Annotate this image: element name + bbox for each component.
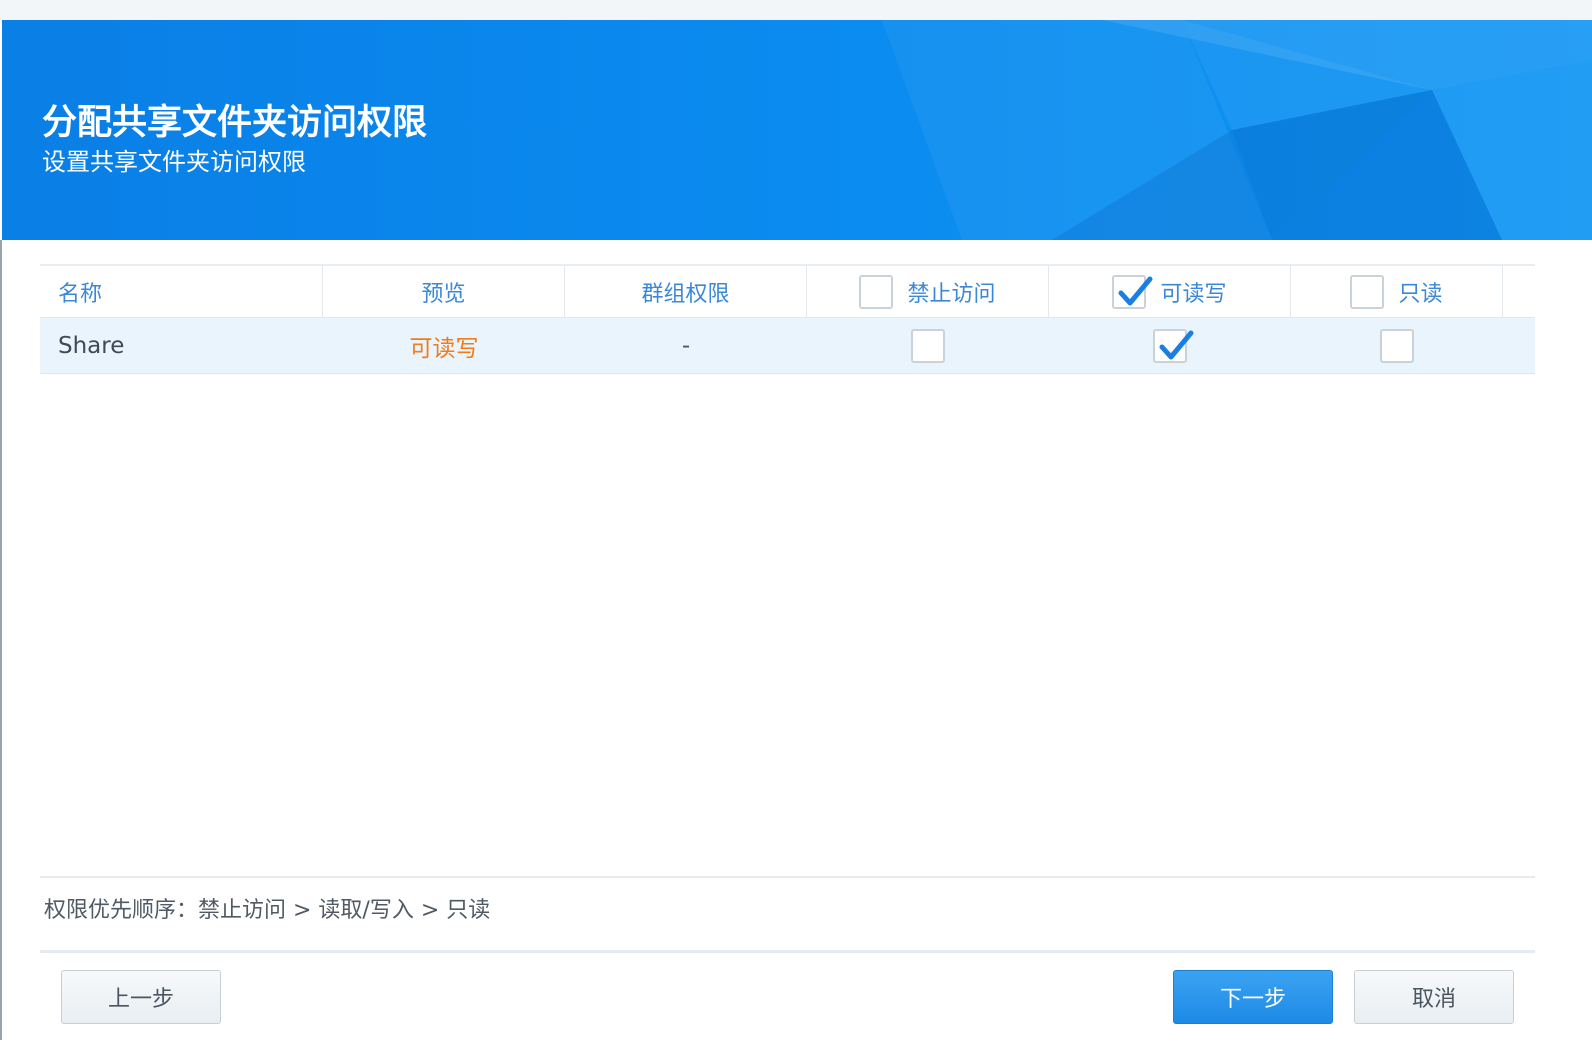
- column-header-preview-label: 预览: [421, 282, 466, 307]
- preview-cell: 可读写: [409, 335, 479, 362]
- column-header-group-permission[interactable]: 群组权限: [565, 266, 807, 318]
- footer-divider-top: [40, 876, 1535, 878]
- footer-divider-bottom: [40, 950, 1535, 953]
- column-header-name[interactable]: 名称: [40, 266, 323, 318]
- column-header-read-only: 只读: [1291, 266, 1503, 318]
- checkmark-icon: [1159, 330, 1194, 359]
- page-subtitle: 设置共享文件夹访问权限: [42, 148, 306, 176]
- column-header-read-write: 可读写: [1049, 266, 1291, 318]
- dialog-window: 分配共享文件夹访问权限 设置共享文件夹访问权限 名称 预览 群组权限 禁止访问: [0, 0, 1592, 1056]
- permission-table: 名称 预览 群组权限 禁止访问 可读写 只读 Share 可读写 -: [40, 264, 1535, 374]
- column-header-read-write-label: 可读写: [1160, 282, 1227, 307]
- deny-cell: [807, 318, 1049, 374]
- group-permission-cell: -: [681, 332, 691, 359]
- table-header: 名称 预览 群组权限 禁止访问 可读写 只读: [40, 264, 1535, 318]
- column-header-name-label: 名称: [58, 282, 103, 307]
- column-header-group-label: 群组权限: [641, 282, 730, 307]
- checkmark-icon: [1118, 276, 1153, 306]
- wizard-header: 分配共享文件夹访问权限 设置共享文件夹访问权限: [2, 20, 1592, 240]
- read-write-cell: [1049, 318, 1291, 374]
- window-left-border: [0, 240, 2, 1040]
- read-only-cell: [1291, 318, 1503, 374]
- page-title: 分配共享文件夹访问权限: [42, 103, 428, 143]
- read-write-checkbox[interactable]: [1153, 328, 1194, 363]
- permission-priority-note: 权限优先顺序：禁止访问 > 读取/写入 > 只读: [44, 898, 491, 923]
- cancel-button[interactable]: 取消: [1354, 970, 1514, 1024]
- column-header-filler: [1503, 266, 1535, 318]
- previous-button[interactable]: 上一步: [61, 970, 221, 1024]
- read-only-all-checkbox[interactable]: [1350, 275, 1385, 309]
- deny-all-checkbox[interactable]: [859, 275, 894, 309]
- next-button[interactable]: 下一步: [1173, 970, 1333, 1024]
- column-header-preview[interactable]: 预览: [323, 266, 565, 318]
- column-header-read-only-label: 只读: [1398, 282, 1443, 307]
- share-name-cell: Share: [58, 332, 125, 359]
- read-write-all-checkbox[interactable]: [1112, 275, 1153, 309]
- read-only-checkbox[interactable]: [1380, 328, 1414, 363]
- column-header-deny-label: 禁止访问: [907, 282, 996, 307]
- table-row[interactable]: Share 可读写 -: [40, 318, 1535, 374]
- column-header-deny: 禁止访问: [807, 266, 1049, 318]
- deny-checkbox[interactable]: [911, 328, 945, 363]
- window-top-strip: [0, 0, 1592, 20]
